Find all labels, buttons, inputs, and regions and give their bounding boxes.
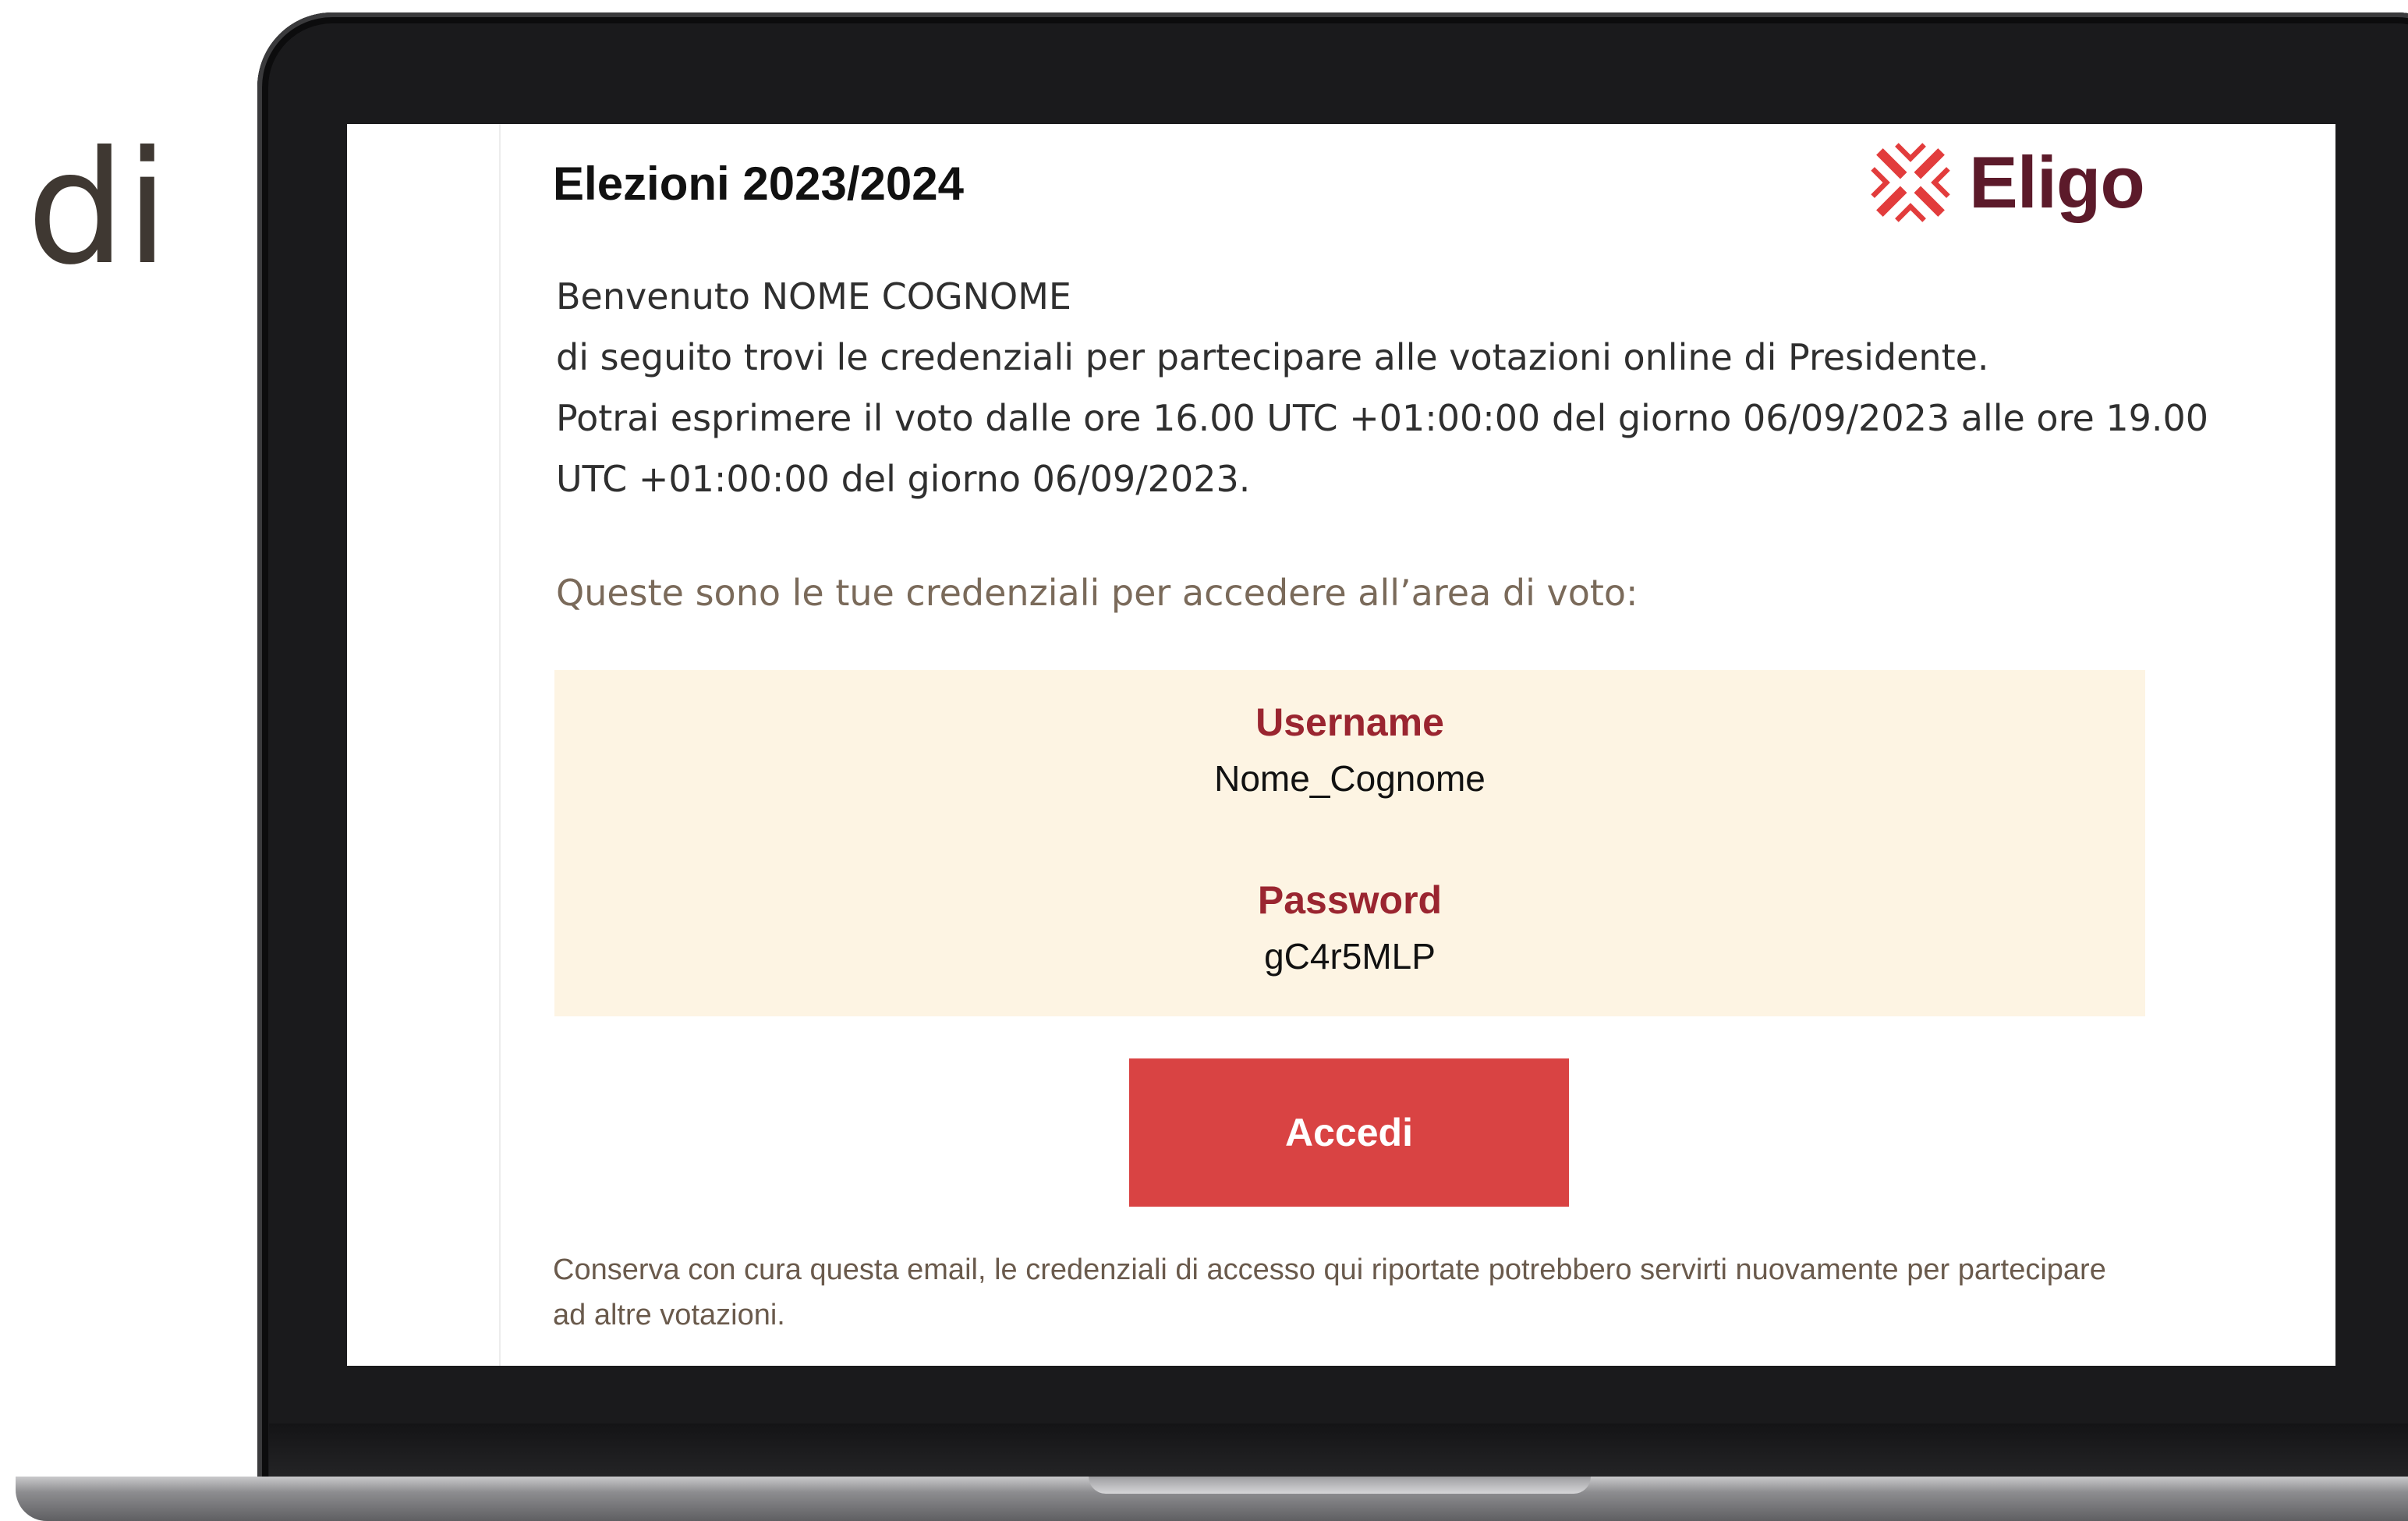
accedi-button[interactable]: Accedi [1129, 1058, 1569, 1207]
screen-divider [499, 124, 501, 1366]
eligo-logo: Eligo [1868, 140, 2145, 225]
laptop-bezel-bottom [269, 1424, 2408, 1478]
username-value: Nome_Cognome [1214, 758, 1486, 799]
credentials-intro: Queste sono le tue credenziali per acced… [556, 572, 1638, 614]
username-label: Username [1255, 700, 1444, 744]
credentials-box: Username Nome_Cognome Password gC4r5MLP [554, 670, 2145, 1016]
footer-note: Conserva con cura questa email, le crede… [553, 1253, 2106, 1331]
intro-line: di seguito trovi le credenziali per part… [556, 336, 1989, 378]
laptop-base-notch [1089, 1477, 1591, 1494]
password-value: gC4r5MLP [1264, 936, 1436, 977]
voting-period-line: Potrai esprimere il voto dalle ore 16.00… [556, 397, 2209, 500]
email-screen: Elezioni 2023/2024 Eligo Benvenuto NOME … [347, 124, 2335, 1366]
greeting-line: Benvenuto NOME COGNOME [556, 275, 1071, 317]
stage: di Elezioni 2023/2024 Eligo Benvenuto NO… [0, 0, 2408, 1521]
eligo-x-logo-icon [1871, 143, 1950, 222]
email-title: Elezioni 2023/2024 [553, 158, 964, 210]
side-heading-fragment: di [27, 118, 169, 300]
email-intro: Benvenuto NOME COGNOME di seguito trovi … [556, 266, 2233, 509]
eligo-logo-text: Eligo [1969, 141, 2145, 223]
password-label: Password [1257, 878, 1443, 922]
